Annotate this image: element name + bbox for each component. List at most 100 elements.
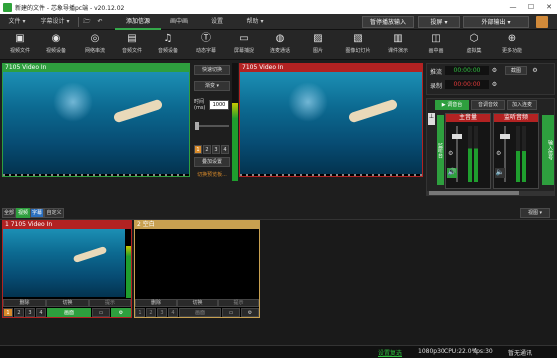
menu-file[interactable]: 文件 ▾ <box>4 14 30 30</box>
switch-hint-link[interactable]: 切换预览板... <box>194 171 230 178</box>
stop-output-button[interactable]: 暂停播放输入 <box>362 16 414 28</box>
card-settings-icon[interactable]: ⚙ <box>111 308 131 317</box>
tab-subtitle[interactable]: 字幕 <box>30 208 44 218</box>
page-4-button[interactable]: 4 <box>36 308 46 317</box>
monitor-settings-icon[interactable]: ⚙ <box>496 150 503 157</box>
tab-add-source[interactable]: 添加信源 <box>115 14 161 30</box>
source-thumbnail[interactable] <box>3 229 125 297</box>
close-button[interactable]: ✕ <box>541 0 557 14</box>
card-settings-icon[interactable]: ⚙ <box>241 308 259 317</box>
record-settings-icon[interactable]: ⚙ <box>491 80 498 89</box>
side-label-right: 输入信号 <box>542 115 554 185</box>
monitor-fader-handle[interactable] <box>500 134 510 139</box>
video-file-icon: ▣ <box>15 33 25 44</box>
switch-button[interactable]: 切换 <box>46 299 89 307</box>
master-fader-handle[interactable] <box>452 134 462 139</box>
page-1-button[interactable]: 1 <box>194 145 202 154</box>
tool-courseware[interactable]: ▥ 课件演示 <box>380 33 416 54</box>
monitor-icon[interactable]: ▭ <box>92 308 110 317</box>
hint-button[interactable]: 提示 <box>89 299 131 307</box>
source-thumbnail[interactable] <box>135 229 259 297</box>
switch-button[interactable]: 切换 <box>177 299 218 307</box>
source-card[interactable]: 2 空白 删除 切换 提示 1 2 3 4 画面 ▭ ⚙ <box>134 220 260 318</box>
folder-icon[interactable]: 🗁 <box>82 14 92 30</box>
audio-mixer: ▶ 调音台 音调音效 加入连麦 ⊥ 监听台 主音量 ⚙ 🔊 监听音频 ⚙ 🔈 输… <box>426 98 555 196</box>
pin-icon[interactable]: ⊥ <box>428 113 435 125</box>
push-settings-icon[interactable]: ⚙ <box>491 66 498 75</box>
page-4-button[interactable]: 4 <box>221 145 229 154</box>
source-card[interactable]: 1 7105 Video In 删除 切换 提示 1 2 3 4 画面 ▭ ⚙ <box>2 220 132 318</box>
page-3-button[interactable]: 3 <box>25 308 35 317</box>
tool-virtual-set[interactable]: ⬡ 虚拟集 <box>456 33 492 54</box>
status-link[interactable]: 设置复选 <box>378 348 402 357</box>
cpu-text: CPU:22.0% <box>444 348 478 355</box>
projection-button[interactable]: 投屏 ▾ <box>418 16 460 28</box>
tab-settings[interactable]: 设置 <box>204 14 230 30</box>
master-settings-icon[interactable]: ⚙ <box>448 150 455 157</box>
tool-video-device[interactable]: ◉ 视频设备 <box>38 33 74 54</box>
maximize-button[interactable]: ☐ <box>523 0 539 14</box>
view-select[interactable]: 视图 ▾ <box>520 208 550 218</box>
tool-slideshow[interactable]: ▧ 图像幻灯片 <box>340 33 376 54</box>
transition-slider-track[interactable] <box>195 125 229 127</box>
tool-screen-capture[interactable]: ▭ 屏幕捕捉 <box>226 33 262 54</box>
page-2-button[interactable]: 2 <box>203 145 211 154</box>
external-output-button[interactable]: 外部输出 ▾ <box>463 16 529 28</box>
diver-figure <box>72 245 108 264</box>
program-video[interactable] <box>240 72 422 174</box>
tool-more[interactable]: ⊕ 更多功能 <box>492 33 532 54</box>
speaker-icon[interactable]: 🔊 <box>447 168 457 178</box>
page-1-button[interactable]: 1 <box>135 308 145 317</box>
resolution-text: 1080p30 <box>418 348 445 355</box>
page-4-button[interactable]: 4 <box>168 308 178 317</box>
undo-icon[interactable]: ↶ <box>95 14 105 30</box>
tab-all[interactable]: 全部 <box>2 208 16 218</box>
page-3-button[interactable]: 3 <box>157 308 167 317</box>
delete-button[interactable]: 删除 <box>135 299 177 307</box>
delete-button[interactable]: 删除 <box>3 299 46 307</box>
snapshot-settings-icon[interactable]: ⚙ <box>531 66 539 75</box>
tab-custom[interactable]: 自定义 <box>44 208 64 218</box>
tool-image[interactable]: ▨ 图片 <box>300 33 336 54</box>
quick-switch-button[interactable]: 快速切换 <box>194 65 230 75</box>
monitor-label: 监听音频 <box>494 114 538 122</box>
network-icon: ◎ <box>90 33 100 44</box>
mixer-scrollbar[interactable] <box>427 191 554 195</box>
menu-subtitle-design[interactable]: 字幕设计 ▾ <box>36 14 74 30</box>
headphone-icon[interactable]: 🔈 <box>495 168 505 178</box>
pip-icon: ◫ <box>431 33 441 44</box>
time-input[interactable]: 1000 <box>209 100 229 110</box>
tab-help[interactable]: 帮助 ▾ <box>240 14 270 30</box>
menu-bar: 文件 ▾ 字幕设计 ▾ 🗁 ↶ 添加信源 画中画 设置 帮助 ▾ 暂停播放输入 … <box>0 14 557 30</box>
tab-video[interactable]: 视频 <box>16 208 30 218</box>
avatar[interactable] <box>536 16 548 28</box>
page-1-button[interactable]: 1 <box>3 308 13 317</box>
tab-audio-effects[interactable]: 音调音效 <box>471 100 505 110</box>
snapshot-button[interactable]: 截图 <box>505 66 527 75</box>
live-button[interactable]: 画面 <box>179 308 221 317</box>
monitor-meter <box>516 126 520 182</box>
tool-pip[interactable]: ◫ 画中画 <box>418 33 454 54</box>
mixer-scroll-thumb[interactable] <box>429 191 519 195</box>
transition-slider-handle[interactable] <box>195 122 199 130</box>
page-2-button[interactable]: 2 <box>14 308 24 317</box>
tool-audio-device[interactable]: ♫ 音频设备 <box>150 33 186 54</box>
tool-dynamic-subtitle[interactable]: Ⓣ 动态字幕 <box>188 33 224 54</box>
transition-mode-select[interactable]: 渐变 ▾ <box>194 81 230 91</box>
monitor-icon[interactable]: ▭ <box>222 308 240 317</box>
tool-network-stream[interactable]: ◎ 网络串流 <box>77 33 113 54</box>
preview-video[interactable] <box>3 72 189 174</box>
hint-button[interactable]: 提示 <box>218 299 259 307</box>
tool-video-call[interactable]: ◍ 连麦通话 <box>262 33 298 54</box>
tool-video-file[interactable]: ▣ 视频文件 <box>2 33 38 54</box>
tab-mixer[interactable]: ▶ 调音台 <box>435 100 469 110</box>
call-icon: ◍ <box>275 33 285 44</box>
page-2-button[interactable]: 2 <box>146 308 156 317</box>
minimize-button[interactable]: — <box>505 0 521 14</box>
tool-audio-file[interactable]: ▤ 音频文件 <box>114 33 150 54</box>
page-3-button[interactable]: 3 <box>212 145 220 154</box>
tab-join-call[interactable]: 加入连麦 <box>507 100 537 110</box>
overlay-settings-button[interactable]: 叠加设置 <box>194 157 230 167</box>
live-button[interactable]: 画面 <box>47 308 91 317</box>
tab-pip[interactable]: 画中画 <box>162 14 196 30</box>
